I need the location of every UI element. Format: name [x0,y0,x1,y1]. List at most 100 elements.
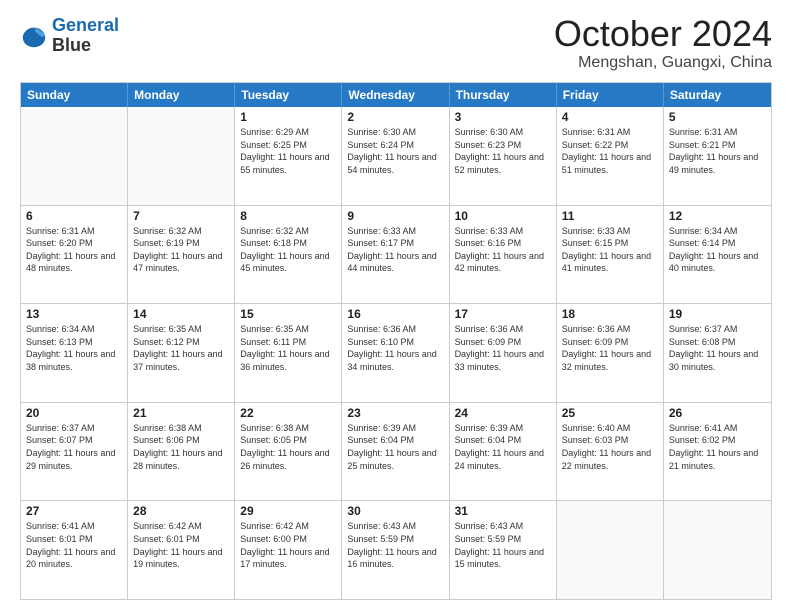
calendar-cell: 6 Sunrise: 6:31 AM Sunset: 6:20 PM Daylig… [21,206,128,304]
day-number: 31 [455,504,551,518]
calendar-cell: 11 Sunrise: 6:33 AM Sunset: 6:15 PM Dayli… [557,206,664,304]
calendar-cell: 16Sunrise: 6:36 AM Sunset: 6:10 PM Dayli… [342,304,449,402]
day-number: 28 [133,504,229,518]
day-number: 7 [133,209,229,223]
day-number: 3 [455,110,551,124]
day-info: Sunrise: 6:30 AM Sunset: 6:23 PM Dayligh… [455,126,551,176]
calendar-cell [21,107,128,205]
day-info: Sunrise: 6:31 AM Sunset: 6:22 PM Dayligh… [562,126,658,176]
calendar-row: 1Sunrise: 6:29 AM Sunset: 6:25 PM Daylig… [21,107,771,205]
day-info: Sunrise: 6:33 AM Sunset: 6:15 PM Dayligh… [562,225,658,275]
calendar-cell: 7 Sunrise: 6:32 AM Sunset: 6:19 PM Daylig… [128,206,235,304]
calendar-cell: 21 Sunrise: 6:38 AM Sunset: 6:06 PM Dayli… [128,403,235,501]
day-number: 30 [347,504,443,518]
calendar-header-cell: Tuesday [235,83,342,107]
day-info: Sunrise: 6:38 AM Sunset: 6:05 PM Dayligh… [240,422,336,472]
calendar-cell: 25 Sunrise: 6:40 AM Sunset: 6:03 PM Dayli… [557,403,664,501]
day-number: 20 [26,406,122,420]
calendar-cell: 20 Sunrise: 6:37 AM Sunset: 6:07 PM Dayli… [21,403,128,501]
calendar-cell: 22 Sunrise: 6:38 AM Sunset: 6:05 PM Dayli… [235,403,342,501]
calendar-cell: 14Sunrise: 6:35 AM Sunset: 6:12 PM Dayli… [128,304,235,402]
day-number: 26 [669,406,766,420]
day-info: Sunrise: 6:31 AM Sunset: 6:21 PM Dayligh… [669,126,766,176]
day-info: Sunrise: 6:39 AM Sunset: 6:04 PM Dayligh… [455,422,551,472]
logo-text: General Blue [52,16,119,56]
calendar-cell [664,501,771,599]
day-info: Sunrise: 6:34 AM Sunset: 6:14 PM Dayligh… [669,225,766,275]
day-number: 6 [26,209,122,223]
calendar-header-row: SundayMondayTuesdayWednesdayThursdayFrid… [21,83,771,107]
day-number: 24 [455,406,551,420]
calendar-cell: 18Sunrise: 6:36 AM Sunset: 6:09 PM Dayli… [557,304,664,402]
calendar-cell: 9Sunrise: 6:33 AM Sunset: 6:17 PM Daylig… [342,206,449,304]
calendar-cell: 24 Sunrise: 6:39 AM Sunset: 6:04 PM Dayli… [450,403,557,501]
day-number: 23 [347,406,443,420]
day-info: Sunrise: 6:42 AM Sunset: 6:01 PM Dayligh… [133,520,229,570]
day-number: 14 [133,307,229,321]
day-number: 27 [26,504,122,518]
day-number: 25 [562,406,658,420]
day-info: Sunrise: 6:36 AM Sunset: 6:09 PM Dayligh… [455,323,551,373]
day-info: Sunrise: 6:37 AM Sunset: 6:07 PM Dayligh… [26,422,122,472]
calendar-cell: 31Sunrise: 6:43 AM Sunset: 5:59 PM Dayli… [450,501,557,599]
logo: General Blue [20,16,119,56]
calendar-cell: 8Sunrise: 6:32 AM Sunset: 6:18 PM Daylig… [235,206,342,304]
location: Mengshan, Guangxi, China [554,54,772,72]
day-number: 21 [133,406,229,420]
calendar-cell: 30 Sunrise: 6:43 AM Sunset: 5:59 PM Dayli… [342,501,449,599]
day-number: 17 [455,307,551,321]
calendar-cell: 17 Sunrise: 6:36 AM Sunset: 6:09 PM Dayli… [450,304,557,402]
day-info: Sunrise: 6:37 AM Sunset: 6:08 PM Dayligh… [669,323,766,373]
day-number: 29 [240,504,336,518]
calendar-cell: 4 Sunrise: 6:31 AM Sunset: 6:22 PM Daylig… [557,107,664,205]
calendar-cell: 1Sunrise: 6:29 AM Sunset: 6:25 PM Daylig… [235,107,342,205]
calendar-body: 1Sunrise: 6:29 AM Sunset: 6:25 PM Daylig… [21,107,771,599]
day-number: 5 [669,110,766,124]
day-info: Sunrise: 6:41 AM Sunset: 6:01 PM Dayligh… [26,520,122,570]
day-number: 10 [455,209,551,223]
calendar-cell [128,107,235,205]
day-info: Sunrise: 6:29 AM Sunset: 6:25 PM Dayligh… [240,126,336,176]
calendar-row: 13Sunrise: 6:34 AM Sunset: 6:13 PM Dayli… [21,303,771,402]
calendar-header-cell: Sunday [21,83,128,107]
title-block: October 2024 Mengshan, Guangxi, China [554,16,772,72]
calendar-cell: 27 Sunrise: 6:41 AM Sunset: 6:01 PM Dayli… [21,501,128,599]
month-title: October 2024 [554,16,772,52]
day-number: 19 [669,307,766,321]
calendar-header-cell: Thursday [450,83,557,107]
logo-line1: General [52,15,119,35]
day-number: 4 [562,110,658,124]
calendar-header-cell: Wednesday [342,83,449,107]
header: General Blue October 2024 Mengshan, Guan… [20,16,772,72]
calendar-cell: 10 Sunrise: 6:33 AM Sunset: 6:16 PM Dayli… [450,206,557,304]
calendar-cell: 23Sunrise: 6:39 AM Sunset: 6:04 PM Dayli… [342,403,449,501]
calendar-header-cell: Friday [557,83,664,107]
day-info: Sunrise: 6:40 AM Sunset: 6:03 PM Dayligh… [562,422,658,472]
day-info: Sunrise: 6:30 AM Sunset: 6:24 PM Dayligh… [347,126,443,176]
day-info: Sunrise: 6:42 AM Sunset: 6:00 PM Dayligh… [240,520,336,570]
calendar-row: 27 Sunrise: 6:41 AM Sunset: 6:01 PM Dayli… [21,500,771,599]
day-info: Sunrise: 6:43 AM Sunset: 5:59 PM Dayligh… [347,520,443,570]
day-number: 12 [669,209,766,223]
calendar-row: 6 Sunrise: 6:31 AM Sunset: 6:20 PM Daylig… [21,205,771,304]
calendar-cell: 29 Sunrise: 6:42 AM Sunset: 6:00 PM Dayli… [235,501,342,599]
day-info: Sunrise: 6:31 AM Sunset: 6:20 PM Dayligh… [26,225,122,275]
day-info: Sunrise: 6:33 AM Sunset: 6:16 PM Dayligh… [455,225,551,275]
calendar-cell: 28 Sunrise: 6:42 AM Sunset: 6:01 PM Dayli… [128,501,235,599]
calendar-cell: 15Sunrise: 6:35 AM Sunset: 6:11 PM Dayli… [235,304,342,402]
day-info: Sunrise: 6:38 AM Sunset: 6:06 PM Dayligh… [133,422,229,472]
day-number: 22 [240,406,336,420]
day-number: 15 [240,307,336,321]
calendar-cell: 2 Sunrise: 6:30 AM Sunset: 6:24 PM Daylig… [342,107,449,205]
calendar-row: 20 Sunrise: 6:37 AM Sunset: 6:07 PM Dayli… [21,402,771,501]
day-info: Sunrise: 6:32 AM Sunset: 6:19 PM Dayligh… [133,225,229,275]
day-info: Sunrise: 6:33 AM Sunset: 6:17 PM Dayligh… [347,225,443,275]
day-number: 16 [347,307,443,321]
day-info: Sunrise: 6:36 AM Sunset: 6:09 PM Dayligh… [562,323,658,373]
logo-line2: Blue [52,36,119,56]
calendar-cell: 3 Sunrise: 6:30 AM Sunset: 6:23 PM Daylig… [450,107,557,205]
day-info: Sunrise: 6:34 AM Sunset: 6:13 PM Dayligh… [26,323,122,373]
day-number: 2 [347,110,443,124]
calendar-cell: 12 Sunrise: 6:34 AM Sunset: 6:14 PM Dayli… [664,206,771,304]
day-number: 11 [562,209,658,223]
